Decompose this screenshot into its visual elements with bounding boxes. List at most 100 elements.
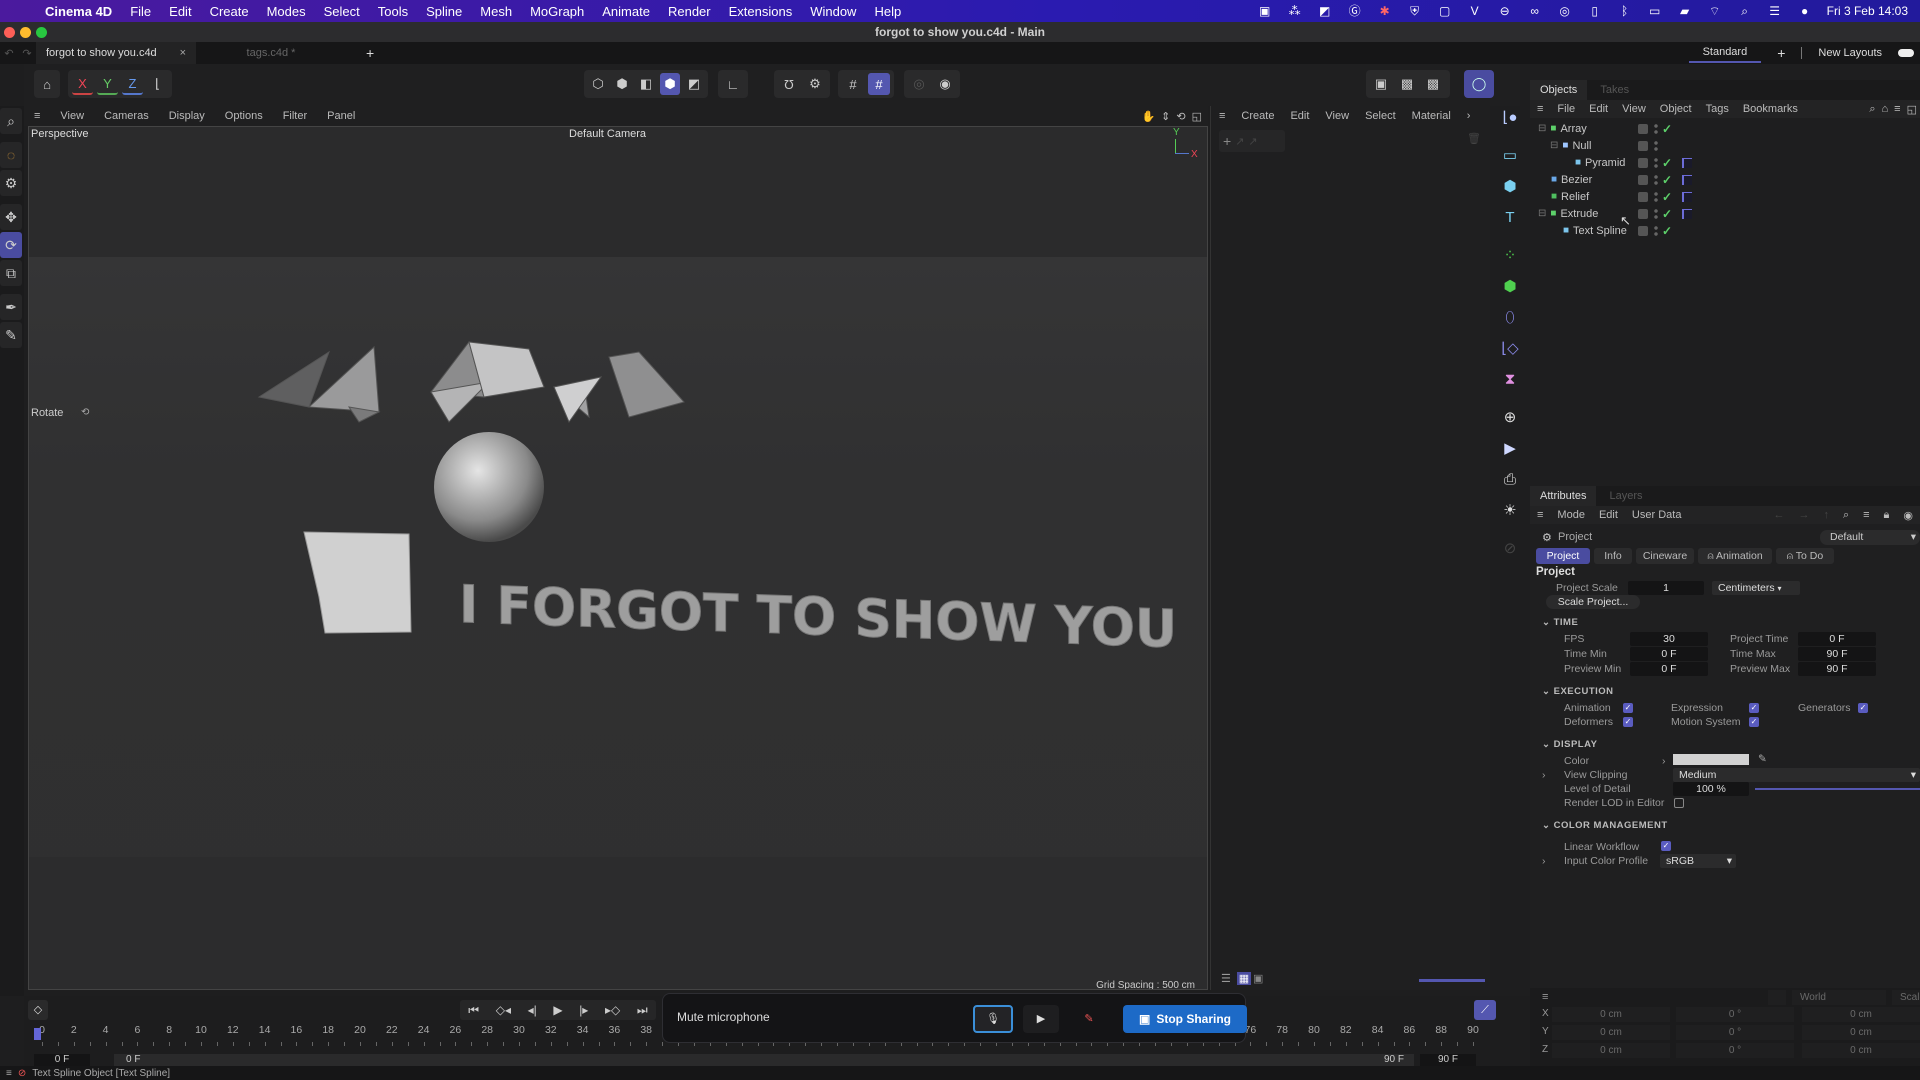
chevron-right-icon[interactable]: › (1542, 769, 1546, 781)
subtab-project[interactable]: Project (1536, 548, 1590, 564)
layer-icon[interactable] (1638, 191, 1648, 202)
material-pick-icon[interactable]: ↗ (1248, 135, 1257, 148)
enabled-check-icon[interactable]: ✓ (1662, 224, 1672, 238)
fcurve-icon[interactable]: ⟋ (1474, 1000, 1496, 1020)
preview-min-input[interactable]: 0 F (1630, 662, 1708, 676)
render-view-icon[interactable]: ▩ (1396, 73, 1418, 95)
menu-render[interactable]: Render (659, 4, 720, 19)
siri-icon[interactable]: ● (1797, 4, 1813, 18)
microphone-button[interactable]: 🎙︎ (973, 1005, 1013, 1033)
phong-tag-icon[interactable] (1682, 174, 1692, 185)
visibility-dots[interactable] (1654, 190, 1658, 203)
screen-record-icon[interactable]: ▣ (1257, 4, 1273, 18)
layer-icon[interactable] (1638, 140, 1648, 151)
workplane-icon[interactable]: # (868, 73, 890, 95)
cube-icon[interactable]: ⬢ (1495, 172, 1525, 200)
attr-menu-edit[interactable]: Edit (1592, 509, 1625, 521)
menu-create[interactable]: Create (201, 4, 258, 19)
exec-motion-system-checkbox[interactable]: ✓ (1749, 717, 1759, 727)
attr-menu-user-data[interactable]: User Data (1625, 509, 1689, 521)
next-frame-icon[interactable]: |▸ (579, 1003, 588, 1017)
menu-modes[interactable]: Modes (258, 4, 315, 19)
chevron-right-icon[interactable]: › (1662, 755, 1666, 767)
new-window-icon[interactable]: ◱ (1904, 103, 1920, 116)
display-color-swatch[interactable] (1673, 754, 1749, 765)
menu-mograph[interactable]: MoGraph (521, 4, 593, 19)
object-row[interactable]: ■ Pyramid ✓ (1530, 154, 1920, 171)
trash-icon[interactable]: 🗑 (1467, 132, 1481, 145)
symmetry-icon[interactable]: ◎ (908, 73, 930, 95)
light-icon[interactable]: ☀ (1495, 496, 1525, 524)
coord-rot-field[interactable]: 0 ° (1676, 1007, 1794, 1022)
close-tab-icon[interactable]: × (180, 47, 186, 59)
menu-extensions[interactable]: Extensions (720, 4, 802, 19)
dolly-icon[interactable]: ⇕ (1158, 110, 1173, 123)
large-view-icon[interactable]: ▣ (1253, 972, 1267, 985)
axis-y-toggle[interactable]: Y (97, 73, 118, 95)
phong-tag-icon[interactable] (1682, 208, 1692, 219)
new-layouts-button[interactable]: New Layouts (1818, 47, 1882, 59)
time-min-input[interactable]: 0 F (1630, 647, 1708, 661)
polygons-mode-icon[interactable]: ◧ (636, 73, 656, 95)
menu-window[interactable]: Window (801, 4, 865, 19)
project-scale-unit-dropdown[interactable]: Centimeters ▾ (1712, 581, 1800, 595)
next-key-icon[interactable]: ▸◇ (605, 1003, 620, 1017)
add-material-icon[interactable]: + (1223, 133, 1231, 149)
spline-rectangle-icon[interactable]: ▭ (1495, 141, 1525, 169)
spline-pen-icon[interactable]: ✒ (0, 294, 22, 320)
maximize-view-icon[interactable]: ◱ (1189, 110, 1208, 123)
hamburger-icon[interactable]: ≡ (1530, 103, 1550, 115)
phong-tag-icon[interactable] (1682, 191, 1692, 202)
object-row[interactable]: ⊟ ■ Extrude ✓ (1530, 205, 1920, 222)
orbit-icon[interactable]: ⟲ (1173, 110, 1188, 123)
scale-icon[interactable]: ⧉ (0, 260, 22, 286)
extrude-icon[interactable]: ⬢ (1495, 272, 1525, 300)
layer-icon[interactable] (1638, 225, 1648, 236)
project-time-input[interactable]: 0 F (1798, 632, 1876, 646)
menu-select[interactable]: Select (315, 4, 369, 19)
coord-pos-field[interactable]: 0 cm (1552, 1025, 1670, 1040)
exec-deformers-checkbox[interactable]: ✓ (1623, 717, 1633, 727)
visibility-dots[interactable] (1654, 156, 1658, 169)
hamburger-icon[interactable]: ≡ (1530, 509, 1550, 521)
redshift-icon[interactable]: ◯ (1468, 73, 1490, 95)
grid-icon[interactable]: # (842, 73, 864, 95)
bluetooth-icon[interactable]: ᛒ (1617, 4, 1633, 18)
subtab-cineware[interactable]: Cineware (1636, 548, 1694, 564)
viewport-menu-cameras[interactable]: Cameras (94, 110, 159, 122)
section-color-management[interactable]: ⌄ COLOR MANAGEMENT (1542, 820, 1668, 831)
people-icon[interactable]: ⁂ (1287, 4, 1303, 18)
linear-workflow-checkbox[interactable]: ✓ (1661, 841, 1671, 851)
display-icon[interactable]: ▢ (1437, 4, 1453, 18)
menubar-clock[interactable]: Fri 3 Feb 14:03 (1827, 4, 1908, 18)
battery-small-icon[interactable]: ▯ (1587, 4, 1603, 18)
live-selection-icon[interactable]: ◌ (0, 142, 22, 168)
render-clapper-icon[interactable]: ▶ (1495, 434, 1525, 462)
coord-scale-field[interactable]: 0 cm (1802, 1043, 1920, 1058)
lock-icon[interactable]: ◉ (934, 73, 956, 95)
clapboard-icon[interactable]: ⌂ (38, 73, 56, 95)
3d-viewport[interactable]: Perspective Default Camera Rotate ⟲ Y X … (28, 126, 1208, 990)
hamburger-icon[interactable]: ≡ (1542, 991, 1548, 1003)
exec-generators-checkbox[interactable]: ✓ (1858, 703, 1868, 713)
eye-icon[interactable]: ◉ (1896, 509, 1920, 522)
annotate-button[interactable]: ✎ (1071, 1005, 1107, 1033)
keyframe-icon[interactable]: ◇ (28, 1000, 48, 1020)
object-row[interactable]: ⊟ ■ Null (1530, 137, 1920, 154)
layer-icon[interactable] (1638, 208, 1648, 219)
visibility-dots[interactable] (1654, 122, 1658, 135)
menu-app-name[interactable]: Cinema 4D (36, 4, 121, 19)
coord-scale-field[interactable]: 0 cm (1802, 1007, 1920, 1022)
fps-input[interactable]: 30 (1630, 632, 1708, 646)
attr-menu-mode[interactable]: Mode (1550, 509, 1592, 521)
camera-icon[interactable]: ⎙ (1495, 465, 1525, 493)
object-row[interactable]: ■ Relief ✓ (1530, 188, 1920, 205)
undo-icon[interactable]: ↶ (0, 47, 18, 60)
subtab-info[interactable]: Info (1594, 548, 1632, 564)
array-icon[interactable]: ⁘ (1495, 241, 1525, 269)
dropbox-badge-icon[interactable]: ✱ (1377, 4, 1393, 18)
preset-dropdown[interactable]: Default ▾ (1820, 530, 1920, 545)
filter-icon[interactable]: ≡ (1891, 103, 1903, 115)
add-layout-button[interactable]: + (1777, 45, 1785, 61)
grammarly-icon[interactable]: Ⓖ (1347, 4, 1363, 18)
